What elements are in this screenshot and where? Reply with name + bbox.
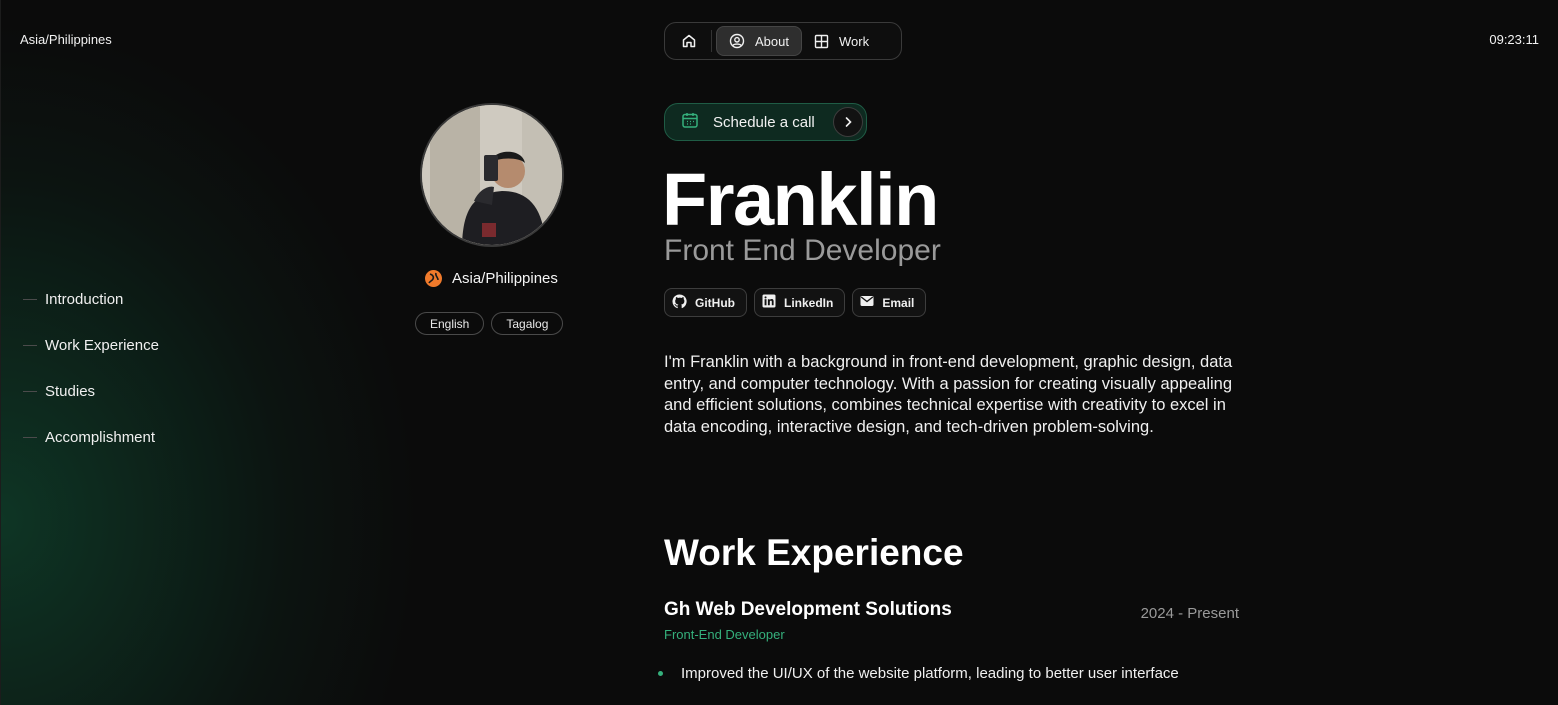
email-label: Email xyxy=(882,295,915,310)
profile-location: Asia/Philippines xyxy=(425,270,558,287)
nav-home-button[interactable] xyxy=(669,26,709,56)
sidebar-item-label: Accomplishment xyxy=(45,428,156,446)
github-button[interactable]: GitHub xyxy=(664,288,747,317)
language-chip: Tagalog xyxy=(491,312,564,335)
top-nav: About Work xyxy=(664,22,902,60)
linkedin-button[interactable]: LinkedIn xyxy=(754,288,846,317)
sidebar-item-label: Introduction xyxy=(45,290,124,308)
location-label: Asia/Philippines xyxy=(452,270,558,287)
hero-role: Front End Developer xyxy=(664,234,941,267)
nav-about-button[interactable]: About xyxy=(716,26,802,56)
linkedin-icon xyxy=(762,294,776,311)
bullet-icon xyxy=(658,671,663,676)
sidebar-item-work-experience[interactable]: Work Experience xyxy=(23,322,159,368)
section-nav: Introduction Work Experience Studies Acc… xyxy=(23,276,159,460)
sidebar-item-label: Work Experience xyxy=(45,336,159,354)
email-button[interactable]: Email xyxy=(852,288,927,317)
nav-work-button[interactable]: Work xyxy=(802,26,881,56)
work-experience-heading: Work Experience xyxy=(664,532,964,573)
sidebar-item-studies[interactable]: Studies xyxy=(23,368,159,414)
nav-work-label: Work xyxy=(838,33,870,49)
person-circle-icon xyxy=(729,33,745,49)
grid-icon xyxy=(814,34,829,49)
dash-marker xyxy=(23,344,37,346)
intro-paragraph: I'm Franklin with a background in front-… xyxy=(664,353,1233,436)
sidebar-item-label: Studies xyxy=(45,382,96,400)
chevron-right-icon xyxy=(833,107,863,137)
job-company: Gh Web Development Solutions xyxy=(664,599,952,620)
sidebar-item-accomplishment[interactable]: Accomplishment xyxy=(23,414,159,460)
timezone-label: Asia/Philippines xyxy=(20,32,112,47)
clock: 09:23:11 xyxy=(1489,32,1539,47)
job-dates: 2024 - Present xyxy=(1140,605,1239,622)
home-icon xyxy=(681,33,697,49)
calendar-icon xyxy=(681,111,699,134)
github-label: GitHub xyxy=(695,295,735,310)
schedule-call-button[interactable]: Schedule a call xyxy=(664,103,867,141)
globe-icon xyxy=(425,270,442,287)
dash-marker xyxy=(23,436,37,438)
bullet-text: Improved the UI/UX of the website platfo… xyxy=(681,665,1179,682)
job-bullets: Improved the UI/UX of the website platfo… xyxy=(658,665,1179,682)
sidebar-item-introduction[interactable]: Introduction xyxy=(23,276,159,322)
language-chips: English Tagalog xyxy=(415,312,564,335)
dash-marker xyxy=(23,390,37,392)
linkedin-label: LinkedIn xyxy=(784,295,834,310)
hero-name: Franklin xyxy=(662,158,939,241)
language-chip: English xyxy=(415,312,485,335)
github-icon xyxy=(672,293,687,312)
dash-marker xyxy=(23,298,37,300)
job-role: Front-End Developer xyxy=(664,627,785,642)
nav-divider xyxy=(711,30,712,52)
social-links: GitHub LinkedIn Email xyxy=(664,288,927,317)
page: Asia/Philippines 09:23:11 About Work Int… xyxy=(0,0,1558,705)
email-icon xyxy=(860,295,874,310)
schedule-call-label: Schedule a call xyxy=(713,113,815,131)
nav-about-label: About xyxy=(755,33,789,49)
avatar xyxy=(420,103,564,247)
list-item: Improved the UI/UX of the website platfo… xyxy=(658,665,1179,682)
